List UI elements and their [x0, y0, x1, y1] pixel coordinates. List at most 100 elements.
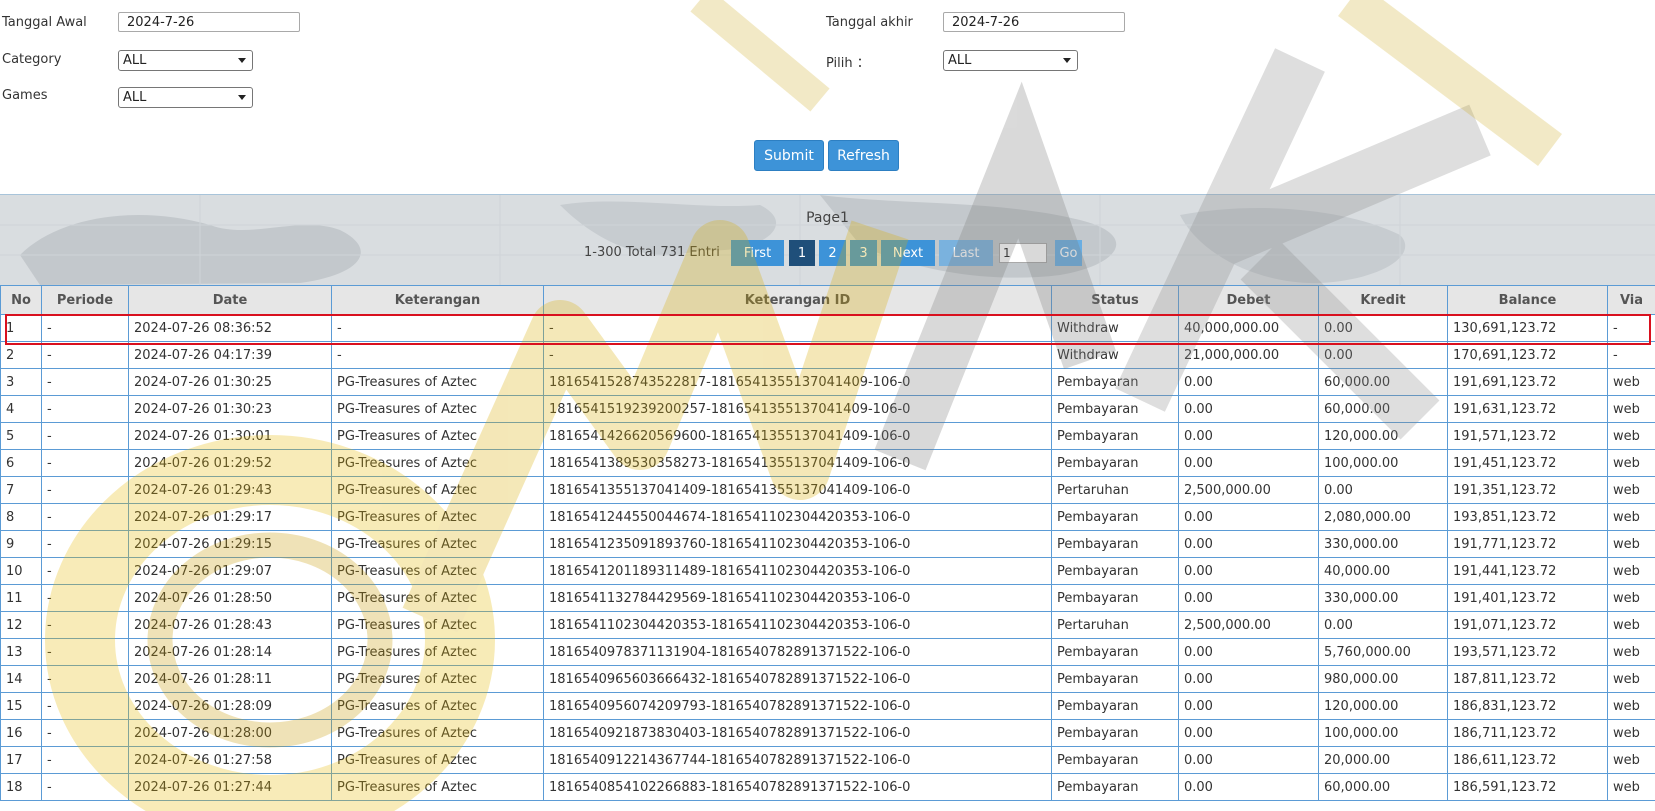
- table-row[interactable]: 8-2024-07-26 01:29:17 PG-Treasures of Azt…: [0, 503, 1655, 531]
- tanggal-akhir-input[interactable]: 2024-7-26: [943, 12, 1125, 32]
- table-row[interactable]: 5-2024-07-26 01:30:01 PG-Treasures of Azt…: [0, 422, 1655, 450]
- games-select[interactable]: ALL: [118, 87, 253, 108]
- col-header-kredit[interactable]: Kredit: [1318, 285, 1448, 315]
- cell-keterangan-id[interactable]: 1816541528743522817-1816541355137041409-…: [543, 368, 1052, 396]
- cell-no: 17: [0, 746, 42, 774]
- cell-status: Pembayaran: [1051, 422, 1179, 450]
- cell-balance: 191,571,123.72: [1447, 422, 1608, 450]
- pager-page-3[interactable]: 3: [850, 240, 877, 266]
- table-row[interactable]: 16-2024-07-26 01:28:00 PG-Treasures of Az…: [0, 719, 1655, 747]
- cell-via: -: [1607, 341, 1655, 369]
- col-header-balance[interactable]: Balance: [1447, 285, 1608, 315]
- cell-keterangan-id[interactable]: 1816541426620569600-1816541355137041409-…: [543, 422, 1052, 450]
- cell-keterangan-id[interactable]: 1816540854102266883-1816540782891371522-…: [543, 773, 1052, 801]
- cell-date: 2024-07-26 01:28:11: [128, 665, 332, 693]
- cell-kredit: 60,000.00: [1318, 773, 1448, 801]
- cell-no: 18: [0, 773, 42, 801]
- refresh-button[interactable]: Refresh: [828, 140, 899, 171]
- cell-balance: 186,711,123.72: [1447, 719, 1608, 747]
- table-row[interactable]: 11-2024-07-26 01:28:50 PG-Treasures of Az…: [0, 584, 1655, 612]
- cell-periode: -: [41, 611, 129, 639]
- cell-via: web: [1607, 395, 1655, 423]
- cell-keterangan: PG-Treasures of Aztec: [331, 611, 544, 639]
- pager-next-button[interactable]: Next: [881, 240, 935, 266]
- table-row[interactable]: 17-2024-07-26 01:27:58 PG-Treasures of Az…: [0, 746, 1655, 774]
- cell-keterangan-id[interactable]: 1816540956074209793-1816540782891371522-…: [543, 692, 1052, 720]
- pager-first-button[interactable]: First: [731, 240, 784, 266]
- cell-periode: -: [41, 557, 129, 585]
- cell-status: Pembayaran: [1051, 638, 1179, 666]
- tanggal-awal-label: Tanggal Awal: [2, 15, 87, 30]
- cell-keterangan-id[interactable]: 1816540921873830403-1816540782891371522-…: [543, 719, 1052, 747]
- cell-date: 2024-07-26 01:28:00: [128, 719, 332, 747]
- cell-via: web: [1607, 665, 1655, 693]
- table-row[interactable]: 13-2024-07-26 01:28:14 PG-Treasures of Az…: [0, 638, 1655, 666]
- cell-keterangan-id[interactable]: 1816541519239200257-1816541355137041409-…: [543, 395, 1052, 423]
- cell-periode: -: [41, 503, 129, 531]
- cell-keterangan-id[interactable]: 1816540978371131904-1816540782891371522-…: [543, 638, 1052, 666]
- cell-debet: 2,500,000.00: [1178, 476, 1319, 504]
- cell-balance: 187,811,123.72: [1447, 665, 1608, 693]
- table-row[interactable]: 10-2024-07-26 01:29:07 PG-Treasures of Az…: [0, 557, 1655, 585]
- go-page-input[interactable]: 1: [999, 243, 1047, 263]
- cell-keterangan-id[interactable]: 1816541235091893760-1816541102304420353-…: [543, 530, 1052, 558]
- cell-via: web: [1607, 692, 1655, 720]
- table-row[interactable]: 2-2024-07-26 04:17:39- - Withdraw 21,000,00…: [0, 341, 1655, 369]
- cell-via: web: [1607, 422, 1655, 450]
- col-header-periode[interactable]: Periode: [41, 285, 129, 315]
- table-row[interactable]: 9-2024-07-26 01:29:15 PG-Treasures of Azt…: [0, 530, 1655, 558]
- cell-debet: 40,000,000.00: [1178, 314, 1319, 342]
- col-header-keterangan[interactable]: Keterangan: [331, 285, 544, 315]
- table-row[interactable]: 15-2024-07-26 01:28:09 PG-Treasures of Az…: [0, 692, 1655, 720]
- cell-date: 2024-07-26 01:28:43: [128, 611, 332, 639]
- cell-no: 5: [0, 422, 42, 450]
- cell-via: web: [1607, 476, 1655, 504]
- cell-date: 2024-07-26 01:30:25: [128, 368, 332, 396]
- table-row[interactable]: 3-2024-07-26 01:30:25 PG-Treasures of Azt…: [0, 368, 1655, 396]
- category-select[interactable]: ALL: [118, 50, 253, 71]
- cell-no: 4: [0, 395, 42, 423]
- submit-button[interactable]: Submit: [754, 140, 824, 171]
- cell-via: web: [1607, 746, 1655, 774]
- cell-keterangan-id[interactable]: 1816541355137041409-1816541355137041409-…: [543, 476, 1052, 504]
- pilih-select[interactable]: ALL: [943, 50, 1078, 71]
- cell-date: 2024-07-26 01:29:52: [128, 449, 332, 477]
- col-header-status[interactable]: Status: [1051, 285, 1179, 315]
- cell-keterangan: PG-Treasures of Aztec: [331, 638, 544, 666]
- cell-periode: -: [41, 692, 129, 720]
- chevron-down-icon: [238, 95, 246, 100]
- col-header-no[interactable]: No: [0, 285, 42, 315]
- col-header-debet[interactable]: Debet: [1178, 285, 1319, 315]
- col-header-via[interactable]: Via: [1607, 285, 1655, 315]
- page-title: Page1: [806, 210, 849, 226]
- cell-keterangan-id[interactable]: 1816540912214367744-1816540782891371522-…: [543, 746, 1052, 774]
- pager-page-2[interactable]: 2: [819, 240, 846, 266]
- table-row[interactable]: 7-2024-07-26 01:29:43 PG-Treasures of Azt…: [0, 476, 1655, 504]
- cell-keterangan: PG-Treasures of Aztec: [331, 530, 544, 558]
- cell-keterangan-id[interactable]: 1816541102304420353-1816541102304420353-…: [543, 611, 1052, 639]
- tanggal-awal-input[interactable]: 2024-7-26: [118, 12, 300, 32]
- cell-via: web: [1607, 368, 1655, 396]
- table-row[interactable]: 6-2024-07-26 01:29:52 PG-Treasures of Azt…: [0, 449, 1655, 477]
- table-row[interactable]: 18-2024-07-26 01:27:44 PG-Treasures of Az…: [0, 773, 1655, 801]
- cell-keterangan-id[interactable]: 1816540965603666432-1816540782891371522-…: [543, 665, 1052, 693]
- pager-page-1[interactable]: 1: [789, 240, 815, 266]
- pager-last-button[interactable]: Last: [939, 240, 993, 266]
- cell-date: 2024-07-26 04:17:39: [128, 341, 332, 369]
- cell-status: Pembayaran: [1051, 395, 1179, 423]
- col-header-keterangan-id[interactable]: Keterangan ID: [543, 285, 1052, 315]
- chevron-down-icon: [238, 58, 246, 63]
- table-row[interactable]: 4-2024-07-26 01:30:23 PG-Treasures of Azt…: [0, 395, 1655, 423]
- cell-status: Pertaruhan: [1051, 611, 1179, 639]
- go-button[interactable]: Go: [1055, 240, 1082, 266]
- cell-date: 2024-07-26 01:30:23: [128, 395, 332, 423]
- cell-keterangan-id[interactable]: 1816541201189311489-1816541102304420353-…: [543, 557, 1052, 585]
- table-row[interactable]: 1-2024-07-26 08:36:52- - Withdraw 40,000,00…: [0, 314, 1655, 342]
- cell-keterangan-id[interactable]: 1816541244550044674-1816541102304420353-…: [543, 503, 1052, 531]
- cell-keterangan-id[interactable]: 1816541132784429569-1816541102304420353-…: [543, 584, 1052, 612]
- cell-keterangan-id[interactable]: 1816541389530358273-1816541355137041409-…: [543, 449, 1052, 477]
- col-header-date[interactable]: Date: [128, 285, 332, 315]
- cell-date: 2024-07-26 01:29:15: [128, 530, 332, 558]
- table-row[interactable]: 14-2024-07-26 01:28:11 PG-Treasures of Az…: [0, 665, 1655, 693]
- table-row[interactable]: 12-2024-07-26 01:28:43 PG-Treasures of Az…: [0, 611, 1655, 639]
